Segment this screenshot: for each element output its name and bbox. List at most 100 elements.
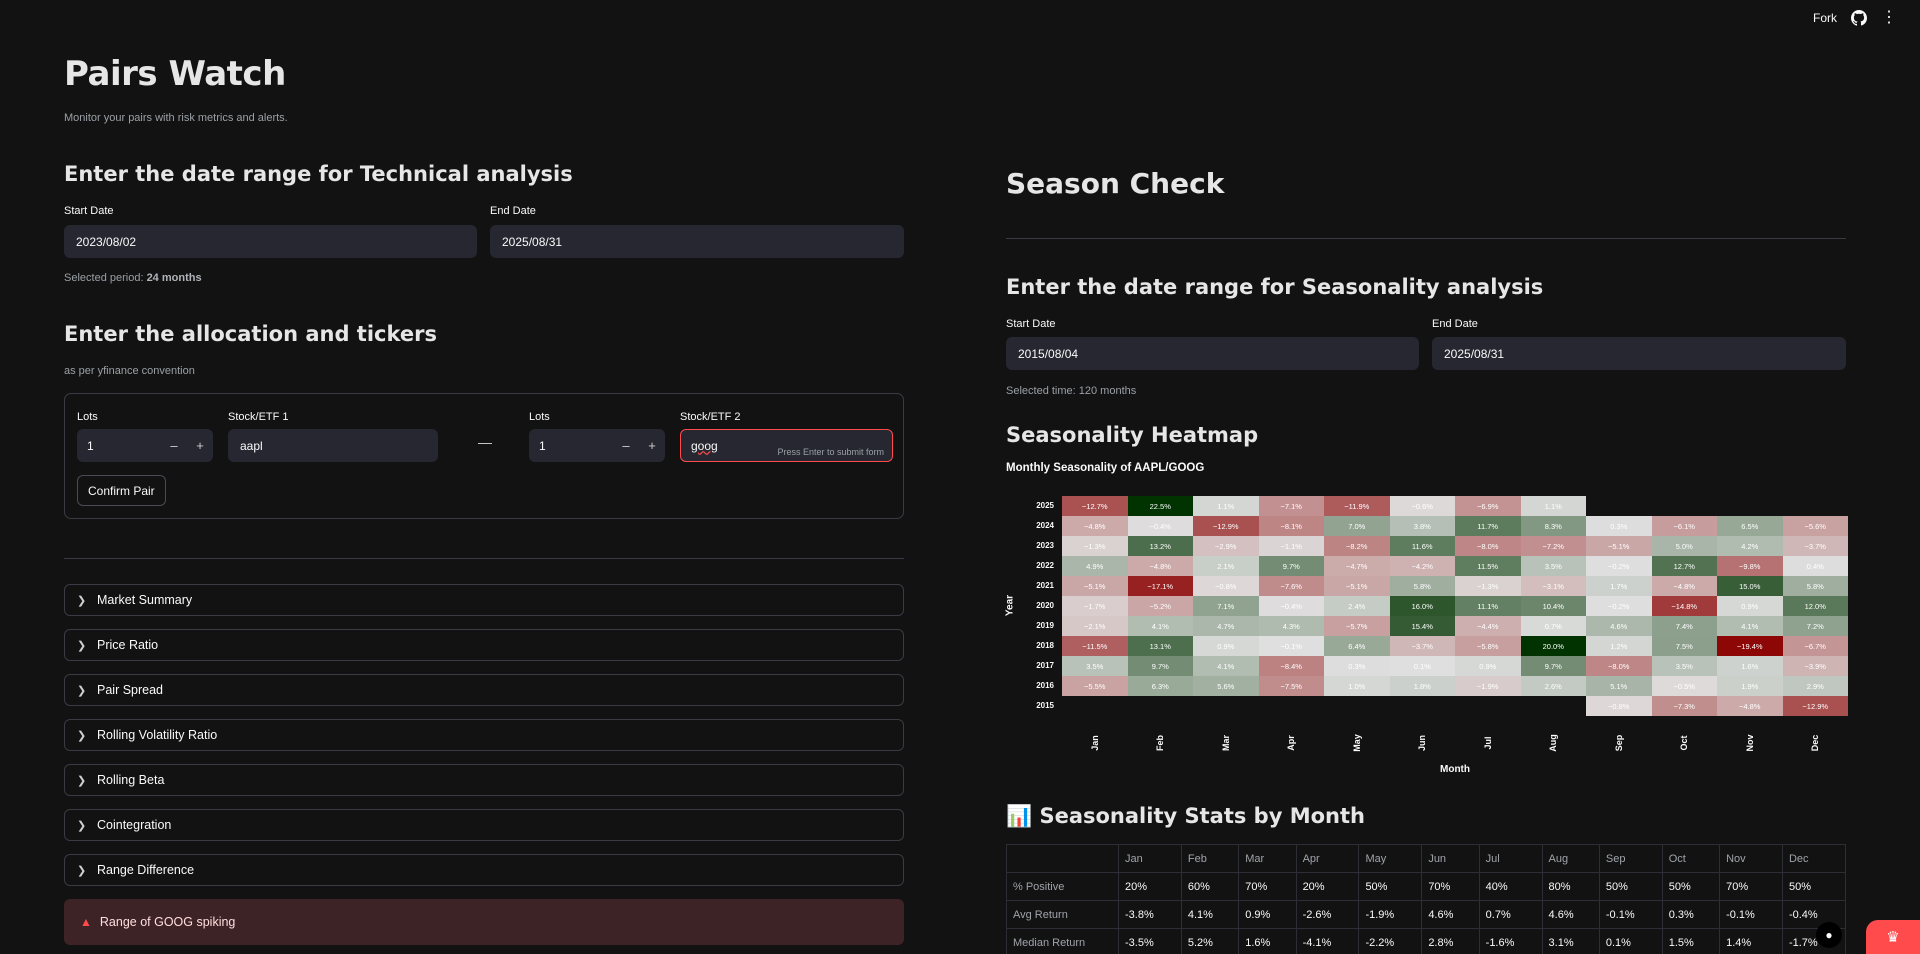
heatmap-cell: −0.8% (1193, 576, 1259, 596)
chevron-right-icon: ❯ (77, 594, 87, 607)
stats-cell: 4.6% (1541, 900, 1600, 929)
top-toolbar: Fork ⋮ (1813, 0, 1920, 36)
github-icon[interactable] (1851, 10, 1867, 26)
heatmap-chart-title: Monthly Seasonality of AAPL/GOOG (1006, 462, 1205, 474)
tech-start-date-input[interactable]: 2023/08/02 (64, 225, 477, 258)
heatmap-cell: 15.0% (1717, 576, 1783, 596)
seasonality-heatmap: 2025 −12.7% 22.5% 1.1% −7.1% −11.9% −0.6% −6.9%… (1005, 490, 1848, 780)
heatmap-month-label: Oct (1679, 735, 1690, 751)
stats-cell: 20% (1295, 872, 1360, 901)
heatmap-cell: 4.9% (1062, 556, 1128, 576)
heatmap-cell: −1.7% (1062, 596, 1128, 616)
crown-icon[interactable]: ♛ (1866, 920, 1920, 954)
heatmap-cell: 0.7% (1520, 616, 1586, 636)
stats-column-header: May (1358, 844, 1423, 873)
heatmap-cell: 4.2% (1717, 536, 1783, 556)
season-start-date-input[interactable]: 2015/08/04 (1006, 337, 1419, 370)
ticker1-input[interactable]: aapl (228, 429, 438, 462)
lots1-value[interactable]: 1 (77, 439, 161, 453)
heatmap-cell: 16.0% (1389, 596, 1455, 616)
stats-cell: 50% (1781, 872, 1847, 901)
heatmap-cell: 3.8% (1389, 516, 1455, 536)
heatmap-cell: −19.4% (1717, 636, 1783, 656)
expander-rolling-beta[interactable]: ❯ Rolling Beta (64, 764, 904, 796)
heatmap-cell: 11.5% (1455, 556, 1521, 576)
heatmap-cell: 20.0% (1520, 636, 1586, 656)
expander-pair-spread[interactable]: ❯ Pair Spread (64, 674, 904, 706)
stats-column-header: Jul (1478, 844, 1543, 873)
expander-cointegration[interactable]: ❯ Cointegration (64, 809, 904, 841)
heatmap-cell: 7.5% (1651, 636, 1717, 656)
heatmap-cell: 1.0% (1324, 676, 1390, 696)
stats-column-header: Aug (1541, 844, 1600, 873)
heatmap-month-label: Jul (1482, 736, 1493, 750)
lots1-increment-button[interactable]: + (187, 438, 213, 453)
expander-price-ratio[interactable]: ❯ Price Ratio (64, 629, 904, 661)
heatmap-cell: −5.2% (1127, 596, 1193, 616)
tech-end-label: End Date (490, 205, 536, 217)
stats-cell: 50% (1661, 872, 1721, 901)
lots2-stepper[interactable]: 1 – + (529, 429, 665, 462)
heatmap-cell: −0.4% (1258, 596, 1324, 616)
confirm-pair-button[interactable]: Confirm Pair (77, 475, 166, 506)
expander-rolling-volatility-ratio[interactable]: ❯ Rolling Volatility Ratio (64, 719, 904, 751)
heatmap-year-label: 2022 (1036, 561, 1054, 570)
season-end-date-input[interactable]: 2025/08/31 (1432, 337, 1846, 370)
stats-column-header: Mar (1238, 844, 1297, 873)
heatmap-cell: 7.0% (1324, 516, 1390, 536)
expander-market-summary[interactable]: ❯ Market Summary (64, 584, 904, 616)
heatmap-cell: −3.9% (1782, 656, 1848, 676)
heatmap-cell: −7.5% (1258, 676, 1324, 696)
app-subtitle: Monitor your pairs with risk metrics and… (64, 112, 288, 124)
tech-end-date-input[interactable]: 2025/08/31 (490, 225, 904, 258)
expander-label: Market Summary (97, 593, 193, 607)
heatmap-month-label: Jun (1417, 735, 1428, 752)
status-button[interactable]: ● (1816, 922, 1842, 948)
allocation-caption: as per yfinance convention (64, 365, 195, 377)
ticker2-value[interactable]: goog (691, 439, 718, 453)
heatmap-cell: −2.1% (1062, 616, 1128, 636)
lots1-stepper[interactable]: 1 – + (77, 429, 213, 462)
stats-table: Jan Feb Mar Apr May Jun Jul Aug Sep Oct Nov Dec % P… (1006, 844, 1847, 954)
stats-cell: 2.8% (1421, 928, 1480, 954)
stats-cell: 1.5% (1661, 928, 1721, 954)
stats-row-label: Avg Return (1006, 900, 1119, 929)
heatmap-cell: −0.8% (1586, 696, 1652, 716)
heatmap-cell: −5.8% (1455, 636, 1521, 656)
ticker2-input[interactable]: goog Press Enter to submit form (680, 429, 893, 462)
heatmap-cell: 2.4% (1324, 596, 1390, 616)
stats-column-header: Nov (1719, 844, 1783, 873)
heatmap-cell: 4.1% (1193, 656, 1259, 676)
allocation-heading: Enter the allocation and tickers (64, 322, 437, 346)
stats-heading: 📊 Seasonality Stats by Month (1006, 804, 1365, 828)
heatmap-year-label: 2021 (1036, 581, 1054, 590)
chevron-right-icon: ❯ (77, 639, 87, 652)
expander-label: Range Difference (97, 863, 195, 877)
expander-range-difference[interactable]: ❯ Range Difference (64, 854, 904, 886)
heatmap-cell: 3.5% (1062, 656, 1128, 676)
heatmap-cell: −12.7% (1062, 496, 1128, 516)
heatmap-cell: 1.7% (1586, 576, 1652, 596)
stats-column-header: Oct (1661, 844, 1721, 873)
more-vert-icon[interactable]: ⋮ (1881, 10, 1897, 26)
heatmap-cell: −12.9% (1193, 516, 1259, 536)
heatmap-cell: −8.0% (1455, 536, 1521, 556)
heatmap-year-label: 2025 (1036, 501, 1054, 510)
lots1-decrement-button[interactable]: – (161, 438, 187, 453)
lots2-value[interactable]: 1 (529, 439, 613, 453)
heatmap-cell: 22.5% (1127, 496, 1193, 516)
lots2-increment-button[interactable]: + (639, 438, 665, 453)
heatmap-cell: 5.0% (1651, 536, 1717, 556)
heatmap-cell: 1.1% (1520, 496, 1586, 516)
heatmap-cell: 4.1% (1717, 616, 1783, 636)
heatmap-cell: −8.4% (1258, 656, 1324, 676)
expander-label: Rolling Beta (97, 773, 165, 787)
stats-row: Avg Return -3.8% 4.1% 0.9% -2.6% -1.9% 4.6% 0.7… (1006, 900, 1847, 929)
lots2-decrement-button[interactable]: – (613, 438, 639, 453)
heatmap-cell: 2.6% (1520, 676, 1586, 696)
heatmap-cell: 12.7% (1651, 556, 1717, 576)
fork-link[interactable]: Fork (1813, 11, 1837, 25)
heatmap-cell: −5.6% (1782, 516, 1848, 536)
heatmap-cell: −3.7% (1389, 636, 1455, 656)
season-divider (1006, 238, 1846, 239)
